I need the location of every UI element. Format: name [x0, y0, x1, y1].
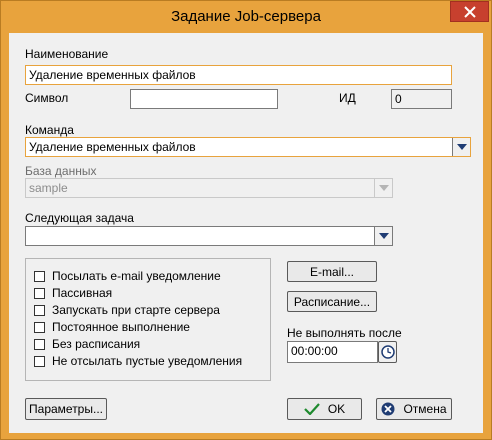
command-combobox[interactable]: Удаление временных файлов [25, 137, 471, 157]
symbol-field[interactable] [130, 89, 278, 109]
cancel-label: Отмена [403, 402, 447, 416]
option-run-on-start[interactable]: Запускать при старте сервера [34, 302, 220, 318]
email-button[interactable]: E-mail... [287, 261, 377, 282]
name-label: Наименование [25, 47, 109, 61]
checkbox[interactable] [34, 304, 45, 316]
time-picker-button[interactable] [378, 341, 397, 363]
title-bar[interactable]: Задание Job-сервера [1, 1, 491, 33]
checkbox[interactable] [34, 338, 45, 350]
schedule-button[interactable]: Расписание... [287, 291, 377, 312]
next-task-dropdown-button[interactable] [374, 227, 392, 245]
database-label: База данных [25, 164, 97, 178]
options-group: Посылать e-mail уведомление Пассивная За… [25, 258, 271, 381]
ok-button[interactable]: OK [287, 398, 362, 420]
not-after-time-field[interactable]: 00:00:00 [287, 341, 378, 363]
checkbox[interactable] [34, 355, 45, 367]
id-field: 0 [391, 89, 452, 109]
check-icon [304, 403, 320, 415]
next-task-label: Следующая задача [25, 211, 134, 225]
dialog-body: Наименование Удаление временных файлов С… [9, 33, 483, 433]
command-value: Удаление временных файлов [29, 140, 196, 154]
close-icon [463, 5, 476, 18]
not-after-label: Не выполнять после [287, 326, 402, 340]
job-task-dialog: Задание Job-сервера Наименование Удалени… [0, 0, 492, 440]
option-label: Запускать при старте сервера [52, 303, 220, 317]
chevron-down-icon [456, 144, 467, 150]
option-label: Без расписания [52, 337, 141, 351]
database-combobox: sample [25, 178, 393, 198]
command-dropdown-button[interactable] [452, 138, 470, 156]
next-task-combobox[interactable] [25, 226, 393, 246]
option-email-notify[interactable]: Посылать e-mail уведомление [34, 268, 221, 284]
option-label: Пассивная [52, 286, 113, 300]
cancel-button[interactable]: Отмена [376, 398, 452, 420]
option-label: Посылать e-mail уведомление [52, 269, 221, 283]
option-continuous[interactable]: Постоянное выполнение [34, 319, 190, 335]
ok-label: OK [327, 402, 346, 416]
option-no-empty-notify[interactable]: Не отсылать пустые уведомления [34, 353, 242, 369]
cancel-icon [381, 402, 395, 416]
id-label: ИД [339, 91, 356, 105]
chevron-down-icon [378, 233, 389, 239]
name-field[interactable]: Удаление временных файлов [25, 65, 452, 85]
symbol-label: Символ [25, 91, 69, 105]
checkbox[interactable] [34, 321, 45, 333]
checkbox[interactable] [34, 287, 45, 299]
chevron-down-icon [378, 185, 389, 191]
window-title: Задание Job-сервера [171, 8, 321, 25]
checkbox[interactable] [34, 270, 45, 282]
database-dropdown-button [374, 179, 392, 197]
option-label: Не отсылать пустые уведомления [52, 354, 243, 368]
parameters-button[interactable]: Параметры... [25, 398, 107, 420]
clock-icon [380, 345, 395, 359]
option-passive[interactable]: Пассивная [34, 285, 112, 301]
command-label: Команда [25, 123, 74, 137]
close-button[interactable] [450, 1, 489, 22]
database-value: sample [29, 181, 68, 195]
option-label: Постоянное выполнение [52, 320, 190, 334]
option-no-schedule[interactable]: Без расписания [34, 336, 140, 352]
